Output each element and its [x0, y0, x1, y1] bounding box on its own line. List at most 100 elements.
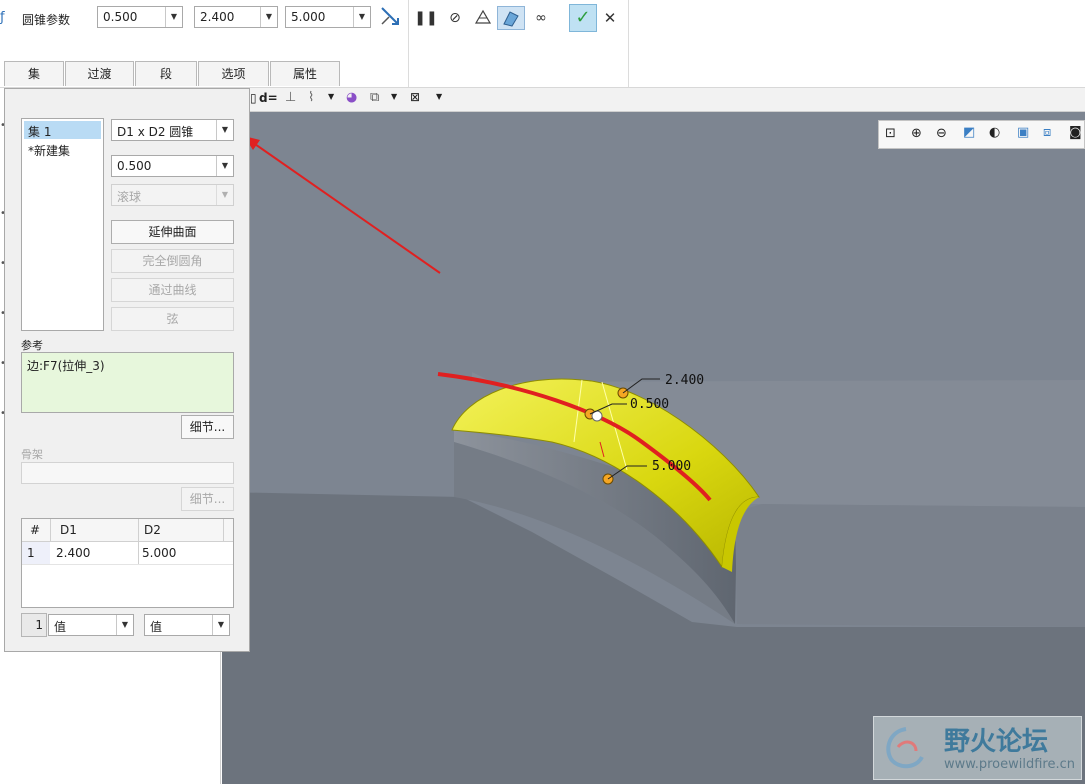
roll-type-value: 滚球 — [117, 190, 142, 204]
dim-label[interactable]: 0.500 — [630, 397, 669, 412]
watermark: 野火论坛 www.proewildfire.cn — [873, 716, 1082, 780]
shape-type-combo[interactable]: D1 x D2 圆锥 ▼ — [111, 119, 234, 141]
verify-preview-button[interactable] — [471, 6, 495, 30]
conic-value: 0.500 — [117, 159, 152, 173]
set-item-selected[interactable]: 集 1 — [24, 121, 101, 139]
d1-value[interactable]: 2.400 — [56, 546, 90, 560]
tab-transitions[interactable]: 过渡 — [65, 61, 134, 86]
glasses-preview-button[interactable]: ∞ — [529, 6, 553, 30]
refit-icon[interactable]: ⊡ — [885, 126, 896, 141]
chevron-down-icon[interactable]: ▼ — [391, 92, 397, 101]
flip-direction-button[interactable] — [378, 5, 402, 29]
watermark-title: 野火论坛 — [944, 727, 1049, 757]
checkmark-icon: ✓ — [575, 7, 591, 28]
tab-options[interactable]: 选项 — [198, 61, 269, 86]
reference-item[interactable]: 边:F7(拉伸_3) — [27, 357, 105, 374]
param3-combo[interactable]: 5.000 ▼ — [285, 6, 371, 28]
table-row[interactable]: 1 2.400 5.000 — [22, 542, 233, 565]
pause-button[interactable]: ❚❚ — [414, 6, 438, 30]
full-round-button[interactable]: 完全倒圆角 — [111, 249, 234, 273]
dim-label[interactable]: 2.400 — [665, 373, 704, 388]
glasses-icon: ∞ — [535, 10, 547, 26]
divider — [138, 542, 139, 564]
view-toolbar: ⊡ ⊕ ⊖ ◩ ◐ ▣ ⧈ ◙ — [878, 120, 1085, 149]
chevron-down-icon[interactable]: ▼ — [328, 92, 334, 101]
collapse-icon[interactable]: ⊠ — [410, 90, 420, 104]
dimension-toggle[interactable]: d= — [259, 91, 278, 105]
forum-logo-icon — [886, 727, 924, 769]
chord-button[interactable]: 弦 — [111, 307, 234, 331]
chevron-down-icon: ▼ — [216, 156, 233, 176]
references-collector[interactable]: 边:F7(拉伸_3) — [21, 352, 234, 413]
param1-combo[interactable]: 0.500 ▼ — [97, 6, 183, 28]
column-header: D1 — [60, 523, 77, 537]
sets-list[interactable]: 集 1 *新建集 — [21, 118, 104, 331]
param2-combo[interactable]: 2.400 ▼ — [194, 6, 278, 28]
row-index-label: 1 — [35, 618, 43, 632]
chevron-down-icon: ▼ — [216, 185, 233, 205]
tab-properties[interactable]: 属性 — [270, 61, 340, 86]
new-set-item[interactable]: *新建集 — [28, 142, 70, 159]
zoom-in-icon[interactable]: ⊕ — [911, 126, 922, 141]
extend-surfaces-button[interactable]: 延伸曲面 — [111, 220, 234, 244]
zoom-out-icon[interactable]: ⊖ — [936, 126, 947, 141]
chevron-down-icon: ▼ — [116, 615, 133, 635]
ruler-icon[interactable]: ⌇ — [308, 90, 314, 105]
attached-preview-button[interactable] — [497, 6, 525, 30]
repaint-icon[interactable]: ◩ — [963, 125, 975, 140]
close-icon: ✕ — [603, 9, 617, 27]
skeleton-collector[interactable] — [21, 462, 234, 484]
d2-value[interactable]: 5.000 — [142, 546, 176, 560]
round-tool-icon: ƒ — [0, 10, 5, 25]
param3-value: 5.000 — [291, 10, 326, 24]
tab-sets[interactable]: 集 — [4, 61, 64, 86]
chevron-down-icon: ▼ — [212, 615, 229, 635]
cancel-button[interactable]: ✕ — [598, 6, 622, 30]
divider — [223, 519, 224, 541]
accept-button[interactable]: ✓ — [569, 4, 597, 32]
references-details-button[interactable]: 细节... — [181, 415, 234, 439]
dim-label[interactable]: 5.000 — [652, 459, 691, 474]
skeleton-label: 骨架 — [21, 448, 43, 461]
tab-label: 段 — [159, 67, 172, 81]
divider — [628, 0, 629, 87]
divider — [50, 519, 51, 541]
no-preview-button[interactable]: ⊘ — [443, 6, 467, 30]
d1-mode-combo[interactable]: 值 ▼ — [48, 614, 134, 636]
set-item-label: 集 1 — [28, 125, 52, 139]
view-manager-icon[interactable]: ⧈ — [1043, 125, 1051, 140]
d2-mode-combo[interactable]: 值 ▼ — [144, 614, 230, 636]
row-index: 1 — [27, 546, 35, 560]
camera-icon[interactable]: ◙ — [1069, 125, 1082, 140]
param2-value: 2.400 — [200, 10, 235, 24]
table-header: # D1 D2 — [22, 519, 233, 542]
tab-label: 集 — [27, 67, 40, 81]
param1-value: 0.500 — [103, 10, 138, 24]
tab-label: 过渡 — [87, 67, 112, 81]
datum-plane-icon[interactable]: ⊥ — [285, 90, 296, 105]
chevron-down-icon: ▼ — [165, 7, 182, 27]
watermark-url: www.proewildfire.cn — [944, 757, 1075, 772]
display-style-icon[interactable]: ◐ — [989, 125, 1000, 140]
flip-direction-icon — [381, 7, 399, 25]
tab-label: 属性 — [292, 67, 317, 81]
appearance-icon[interactable]: ◕ — [346, 90, 357, 105]
chevron-down-icon[interactable]: ▼ — [436, 92, 442, 101]
saved-orientations-icon[interactable]: ▣ — [1017, 125, 1029, 140]
annotation-arrow — [244, 136, 441, 274]
block-side — [735, 504, 1085, 627]
through-curve-button[interactable]: 通过曲线 — [111, 278, 234, 302]
lock-icon[interactable]: ▯ — [250, 91, 257, 105]
mesh-preview-icon — [474, 9, 492, 24]
tab-segments[interactable]: 段 — [135, 61, 197, 86]
roll-type-combo[interactable]: 滚球 ▼ — [111, 184, 234, 206]
radius-table[interactable]: # D1 D2 1 2.400 5.000 — [21, 518, 234, 608]
skeleton-details-button[interactable]: 细节... — [181, 487, 234, 511]
d1-mode-value: 值 — [54, 620, 67, 634]
sets-panel: 集 1 *新建集 D1 x D2 圆锥 ▼ 0.500 ▼ 滚球 ▼ 延伸曲面 … — [4, 88, 250, 652]
view-manager-icon[interactable]: ⧉ — [370, 90, 379, 105]
row-index-box: 1 — [21, 613, 47, 637]
conic-value-combo[interactable]: 0.500 ▼ — [111, 155, 234, 177]
chevron-down-icon: ▼ — [353, 7, 370, 27]
references-label: 参考 — [21, 339, 43, 352]
